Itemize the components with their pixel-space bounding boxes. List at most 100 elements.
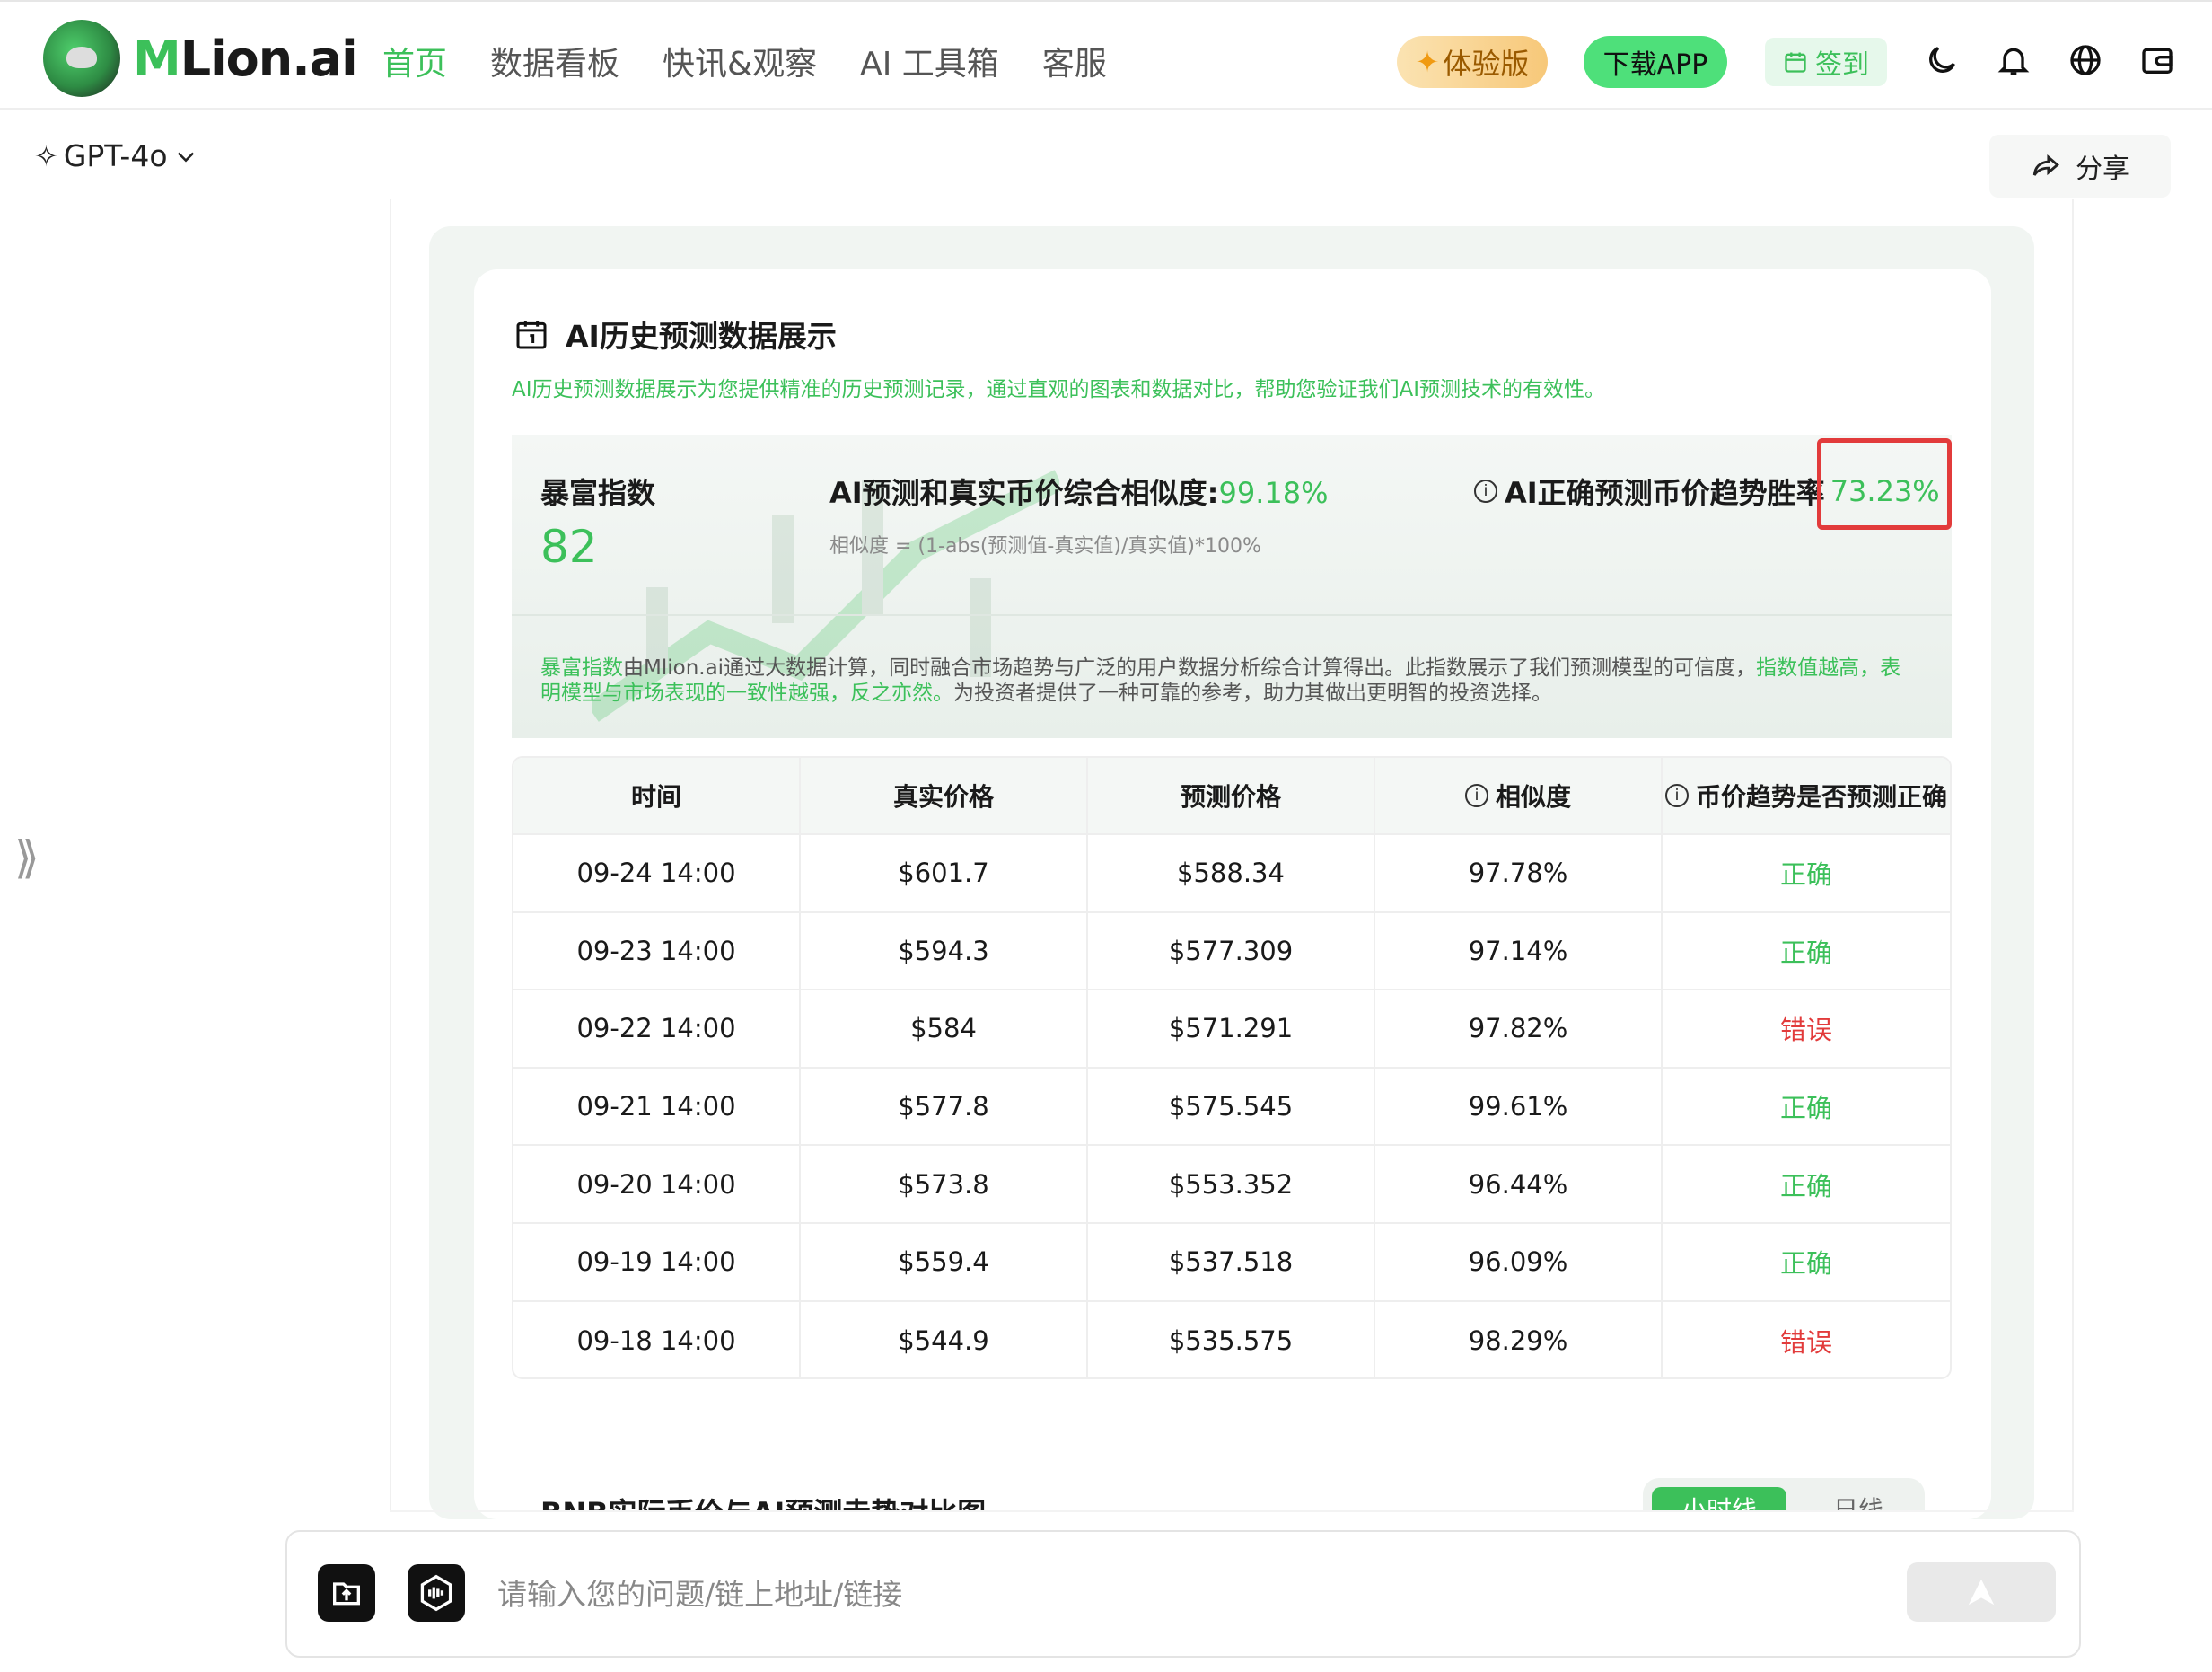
nav-item-home[interactable]: 首页 xyxy=(382,38,447,84)
cell-predicted-price: $571.291 xyxy=(1088,990,1375,1067)
share-icon xyxy=(2032,154,2059,176)
column-header-predicted-price: 预测价格 xyxy=(1088,758,1375,833)
table-row: 09-24 14:00 $601.7 $588.34 97.78% 正确 xyxy=(514,835,1950,913)
content-divider-right xyxy=(2072,199,2074,1510)
table-row: 09-19 14:00 $559.4 $537.518 96.09% 正确 xyxy=(514,1223,1950,1302)
send-arrow-icon xyxy=(1968,1579,1995,1606)
chat-input-bar xyxy=(285,1530,2081,1658)
chevron-down-icon xyxy=(177,152,194,162)
cell-time: 09-22 14:00 xyxy=(514,990,801,1067)
column-header-similarity-label: 相似度 xyxy=(1495,782,1571,812)
cell-similarity: 97.14% xyxy=(1375,912,1663,990)
stats-divider xyxy=(512,614,1952,616)
content-bottom-divider xyxy=(390,1510,2074,1512)
model-selector[interactable]: ✧ GPT-4o xyxy=(34,138,198,173)
card-title: AI历史预测数据展示 xyxy=(514,312,837,356)
cell-real-price: $559.4 xyxy=(801,1223,1088,1300)
lion-logo-icon xyxy=(43,20,120,97)
trial-version-button[interactable]: ✦ 体验版 xyxy=(1397,36,1548,88)
cell-predicted-price: $537.518 xyxy=(1088,1223,1375,1300)
cell-similarity: 97.78% xyxy=(1375,835,1663,911)
prediction-history-table: 时间 真实价格 预测价格 i 相似度 i 币价趋势是否预测正确 09-24 14:0… xyxy=(512,756,1952,1379)
send-button[interactable] xyxy=(1907,1562,2056,1622)
cell-similarity: 96.44% xyxy=(1375,1146,1663,1222)
cell-trend-result: 错误 xyxy=(1779,1326,1832,1358)
trial-version-label: 体验版 xyxy=(1443,47,1530,81)
nav-item-ai-tools[interactable]: AI 工具箱 xyxy=(860,38,999,84)
winrate-label: AI正确预测币价趋势胜率 xyxy=(1505,476,1825,510)
nav-item-support[interactable]: 客服 xyxy=(1042,38,1107,84)
similarity-value: 99.18% xyxy=(1218,476,1329,510)
column-header-similarity: i 相似度 xyxy=(1375,758,1663,833)
cell-trend-result: 正确 xyxy=(1779,937,1832,968)
model-selected-label: GPT-4o xyxy=(63,138,168,173)
upload-icon xyxy=(333,1582,360,1606)
bell-icon[interactable] xyxy=(1993,40,2034,81)
sign-in-button[interactable]: 签到 xyxy=(1765,38,1887,86)
cell-time: 09-21 14:00 xyxy=(514,1068,801,1145)
download-app-button[interactable]: 下载APP xyxy=(1584,36,1727,88)
sparkle-icon: ✦ xyxy=(1415,45,1440,79)
cell-similarity: 97.82% xyxy=(1375,990,1663,1067)
column-header-trend-correct: i 币价趋势是否预测正确 xyxy=(1663,758,1950,833)
note-tail: 为投资者提供了一种可靠的参考，助力其做出更明智的投资选择。 xyxy=(953,682,1552,705)
main-nav: 首页 数据看板 快讯&观察 AI 工具箱 客服 xyxy=(382,38,1150,84)
info-icon[interactable]: i xyxy=(1464,784,1488,807)
cell-predicted-price: $535.575 xyxy=(1088,1301,1375,1377)
note-lead: 暴富指数 xyxy=(540,656,623,680)
table-row: 09-22 14:00 $584 $571.291 97.82% 错误 xyxy=(514,990,1950,1069)
table-header-row: 时间 真实价格 预测价格 i 相似度 i 币价趋势是否预测正确 xyxy=(514,758,1950,835)
download-app-label: 下载APP xyxy=(1602,49,1708,81)
table-row: 09-20 14:00 $573.8 $553.352 96.44% 正确 xyxy=(514,1146,1950,1224)
cell-time: 09-18 14:00 xyxy=(514,1301,801,1377)
tab-hourly[interactable]: 小时线 xyxy=(1652,1487,1786,1510)
tab-daily[interactable]: 日线 xyxy=(1833,1491,1883,1510)
cell-trend-result: 错误 xyxy=(1779,1015,1832,1046)
info-icon[interactable]: i xyxy=(1474,480,1497,503)
audio-wave-icon xyxy=(420,1574,452,1612)
similarity-label: AI预测和真实币价综合相似度: xyxy=(830,476,1219,510)
sidebar-expand-icon[interactable]: ⟫ xyxy=(14,832,40,884)
sign-in-label: 签到 xyxy=(1815,49,1869,81)
top-navigation-bar: MLion.ai 首页 数据看板 快讯&观察 AI 工具箱 客服 ✦ 体验版 下… xyxy=(0,0,2212,110)
nav-item-news[interactable]: 快讯&观察 xyxy=(663,38,817,84)
cell-trend-result: 正确 xyxy=(1779,859,1832,891)
chat-input[interactable] xyxy=(497,1571,1664,1616)
cell-time: 09-19 14:00 xyxy=(514,1223,801,1300)
column-header-trend-label: 币价趋势是否预测正确 xyxy=(1695,782,1947,812)
stats-panel: 暴富指数 82 AI预测和真实币价综合相似度:99.18% 相似度 = (1-a… xyxy=(512,435,1952,738)
cell-real-price: $544.9 xyxy=(801,1301,1088,1377)
wallet-icon[interactable] xyxy=(2137,40,2178,81)
table-row: 09-21 14:00 $577.8 $575.545 99.61% 正确 xyxy=(514,1068,1950,1147)
cell-predicted-price: $575.545 xyxy=(1088,1068,1375,1145)
calendar-icon xyxy=(1785,52,1806,73)
cell-trend-result: 正确 xyxy=(1779,1170,1832,1201)
cell-real-price: $601.7 xyxy=(801,835,1088,911)
cell-real-price: $573.8 xyxy=(801,1146,1088,1222)
voice-input-button[interactable] xyxy=(408,1564,465,1622)
cell-trend-result: 正确 xyxy=(1779,1093,1832,1124)
note-body: 由Mlion.ai通过大数据计算，同时融合市场趋势与广泛的用户数据分析综合计算得… xyxy=(623,656,1757,680)
cell-predicted-price: $553.352 xyxy=(1088,1146,1375,1222)
upload-file-button[interactable] xyxy=(318,1564,375,1622)
brand-name: MLion.ai xyxy=(133,30,358,87)
chart-interval-tabs: 小时线 日线 xyxy=(1643,1478,1925,1510)
cell-real-price: $577.8 xyxy=(801,1068,1088,1145)
info-icon[interactable]: i xyxy=(1664,784,1689,807)
table-row: 09-18 14:00 $544.9 $535.575 98.29% 错误 xyxy=(514,1301,1950,1377)
moon-icon[interactable] xyxy=(1921,40,1962,81)
cell-trend-result: 正确 xyxy=(1779,1248,1832,1280)
share-button[interactable]: 分享 xyxy=(1989,135,2171,198)
card-title-text: AI历史预测数据展示 xyxy=(566,319,837,354)
winrate-highlight-box xyxy=(1817,438,1952,530)
column-header-time: 时间 xyxy=(514,758,801,833)
chart-section-title: BNB实际币价与AI预测走势对比图 xyxy=(540,1491,986,1510)
nav-item-dashboard[interactable]: 数据看板 xyxy=(490,38,619,84)
cell-similarity: 96.09% xyxy=(1375,1223,1663,1300)
cell-predicted-price: $577.309 xyxy=(1088,912,1375,990)
globe-icon[interactable] xyxy=(2065,40,2106,81)
brand-logo[interactable]: MLion.ai xyxy=(43,20,358,97)
cell-similarity: 98.29% xyxy=(1375,1301,1663,1377)
cell-similarity: 99.61% xyxy=(1375,1068,1663,1145)
wealth-index-label: 暴富指数 xyxy=(540,476,656,510)
